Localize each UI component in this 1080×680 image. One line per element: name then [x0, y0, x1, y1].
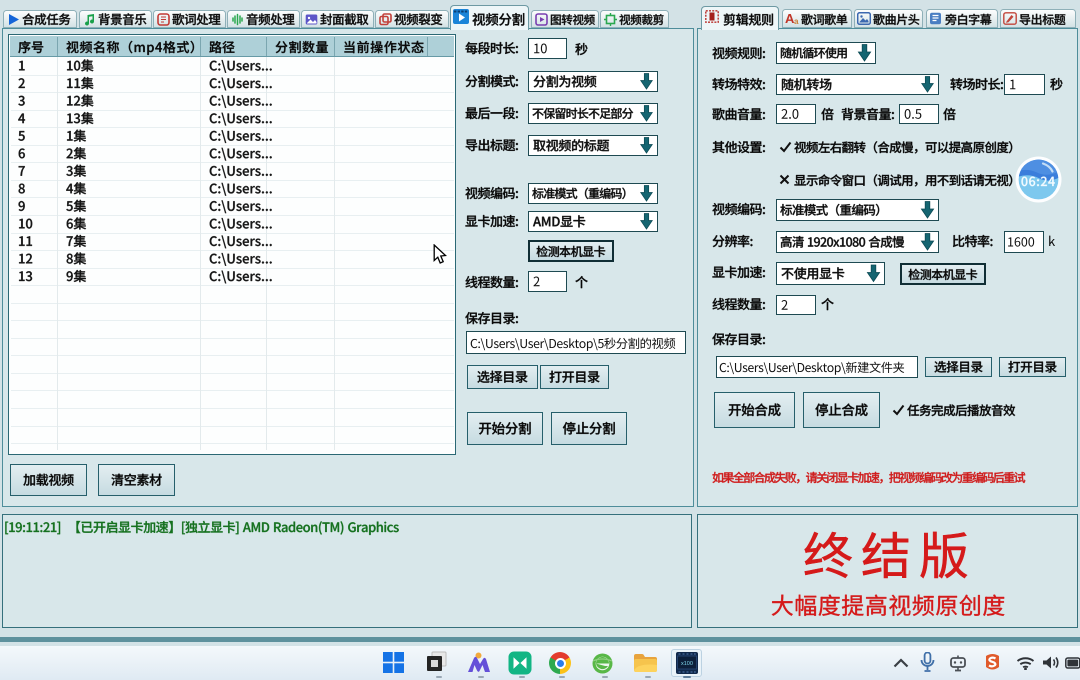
svg-text:a: a: [794, 17, 799, 25]
svg-text:x100: x100: [681, 661, 693, 667]
